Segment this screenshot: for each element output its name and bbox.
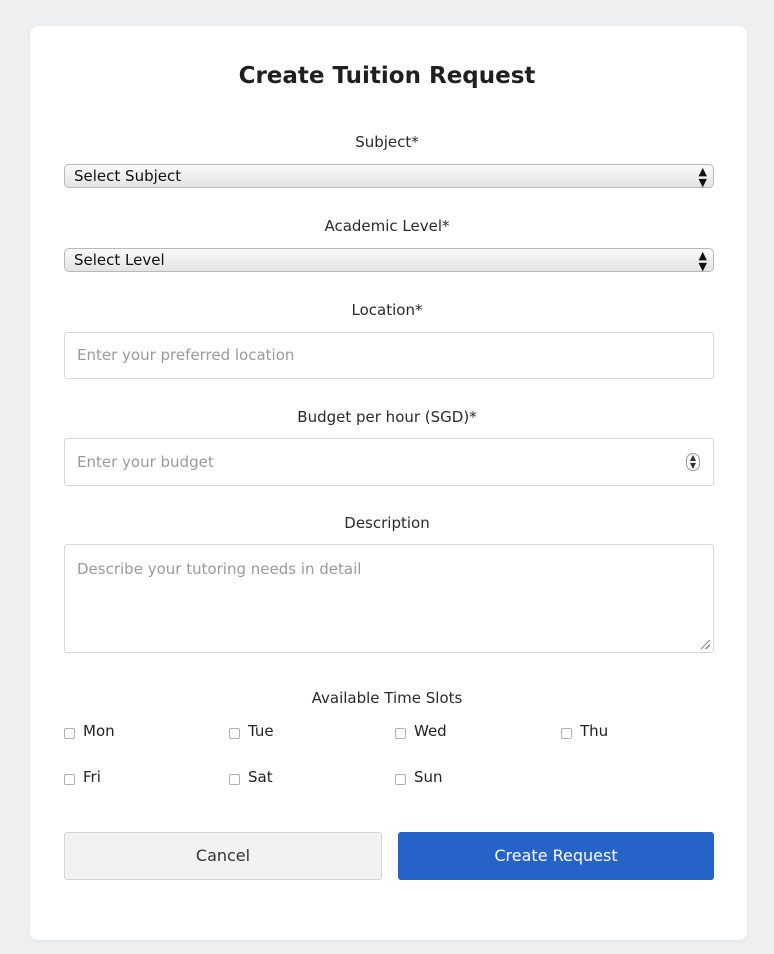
slot-label: Sun (414, 768, 443, 786)
location-placeholder: Enter your preferred location (77, 346, 295, 364)
level-select[interactable]: Select Level ▲ ▼ (64, 248, 714, 272)
checkbox[interactable] (229, 727, 240, 739)
budget-input[interactable]: Enter your budget ▲ ▼ (64, 438, 714, 486)
slot-fri[interactable]: Fri (64, 768, 101, 786)
description-textarea[interactable]: Describe your tutoring needs in detail (64, 544, 714, 653)
checkbox[interactable] (561, 727, 572, 739)
checkbox[interactable] (64, 727, 75, 739)
location-label: Location* (351, 301, 423, 319)
checkbox[interactable] (229, 773, 240, 785)
slot-mon[interactable]: Mon (64, 722, 115, 740)
create-request-button[interactable]: Create Request (398, 832, 714, 880)
select-arrows-icon: ▲ ▼ (698, 249, 707, 273)
budget-placeholder: Enter your budget (77, 453, 214, 471)
level-select-value: Select Level (74, 251, 165, 269)
location-input[interactable]: Enter your preferred location (64, 332, 714, 379)
level-label: Academic Level* (324, 217, 450, 235)
subject-label: Subject* (355, 133, 419, 151)
number-stepper-icon[interactable]: ▲ ▼ (686, 453, 700, 471)
checkbox[interactable] (64, 773, 75, 785)
slot-label: Thu (580, 722, 609, 740)
select-arrows-icon: ▲ ▼ (698, 165, 707, 189)
slot-wed[interactable]: Wed (395, 722, 447, 740)
slot-label: Mon (83, 722, 115, 740)
form-title: Create Tuition Request (238, 63, 536, 89)
resize-handle-icon[interactable] (701, 640, 710, 649)
slot-label: Sat (248, 768, 273, 786)
subject-select-value: Select Subject (74, 167, 182, 185)
slot-label: Tue (248, 722, 274, 740)
slot-sun[interactable]: Sun (395, 768, 443, 786)
slot-label: Wed (414, 722, 447, 740)
slot-thu[interactable]: Thu (561, 722, 608, 740)
budget-label: Budget per hour (SGD)* (297, 408, 477, 426)
time-slots-label: Available Time Slots (311, 689, 463, 707)
description-placeholder: Describe your tutoring needs in detail (77, 560, 362, 578)
slot-tue[interactable]: Tue (229, 722, 274, 740)
cancel-button[interactable]: Cancel (64, 832, 382, 880)
slot-label: Fri (83, 768, 101, 786)
subject-select[interactable]: Select Subject ▲ ▼ (64, 164, 714, 188)
checkbox[interactable] (395, 727, 406, 739)
checkbox[interactable] (395, 773, 406, 785)
description-label: Description (344, 514, 430, 532)
slot-sat[interactable]: Sat (229, 768, 273, 786)
